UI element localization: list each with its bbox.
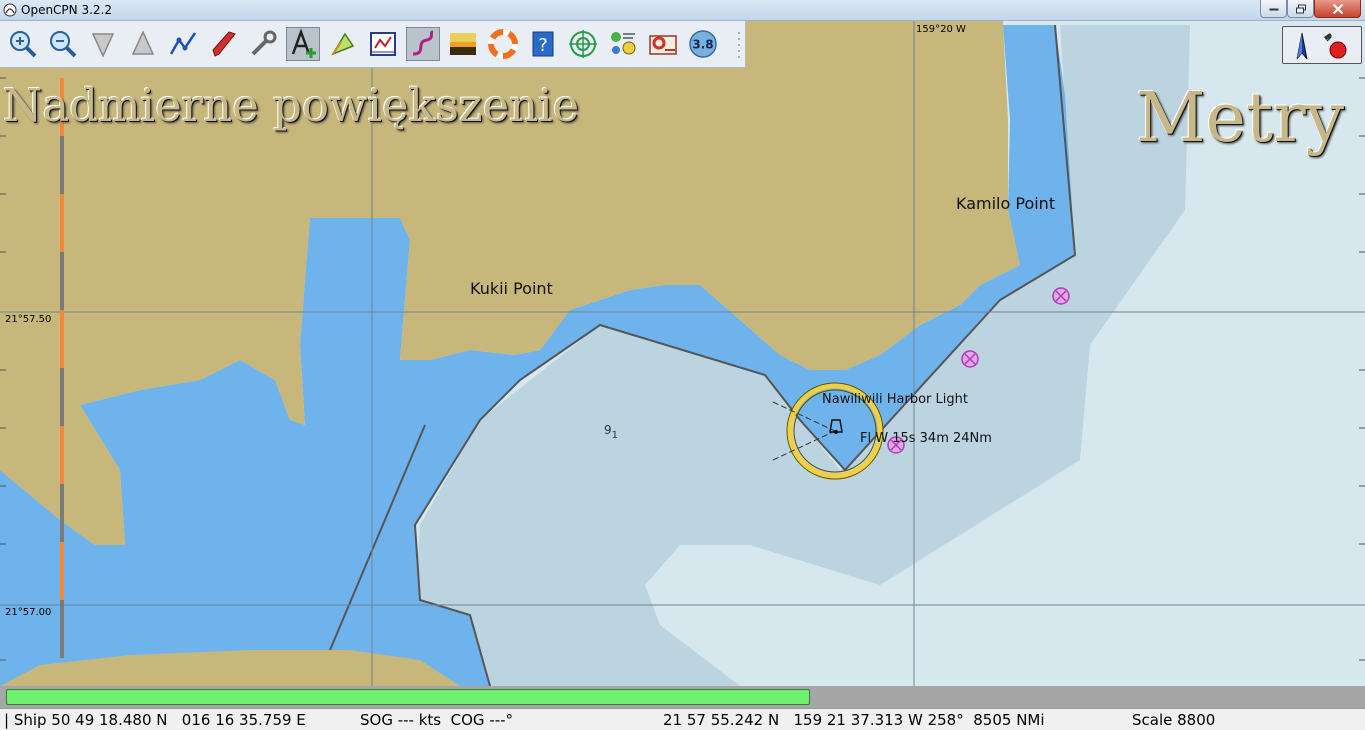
scale-out-icon (131, 30, 155, 55)
gps-status-icon (1324, 33, 1347, 59)
ais-button[interactable] (606, 27, 640, 61)
text-toggle-button[interactable] (286, 27, 320, 61)
minimize-button[interactable] (1260, 0, 1287, 18)
help-icon: ? (532, 31, 554, 57)
radar-icon (569, 30, 597, 58)
buoy-marker[interactable] (1052, 287, 1070, 305)
cursor-position: 21 57 55.242 N 159 21 37.313 W 258° 8505… (663, 711, 1045, 729)
settings-icon (251, 30, 277, 56)
zoom-out-icon (50, 31, 77, 58)
zoom-badge-icon: 3.8 (689, 30, 717, 58)
radar-button[interactable] (566, 27, 600, 61)
sounding-value: 91 (604, 423, 618, 441)
svg-text:3.8: 3.8 (692, 38, 713, 52)
place-name: Kamilo Point (956, 194, 1056, 213)
man-overboard-button[interactable] (486, 27, 520, 61)
buoy-marker[interactable] (961, 350, 979, 368)
auto-follow-icon (212, 31, 236, 57)
ship-position: | Ship 50 49 18.480 N 016 16 35.759 E (4, 711, 306, 729)
compass-widget[interactable] (1282, 26, 1362, 64)
mob-icon (488, 29, 518, 59)
help-button[interactable]: ? (526, 27, 560, 61)
track-icon (412, 30, 434, 56)
sounding-main: 9 (604, 423, 612, 437)
compass-icon (1296, 32, 1308, 60)
zoom-level-indicator[interactable]: 3.8 (686, 27, 720, 61)
color-scheme-button[interactable] (446, 27, 480, 61)
print-button[interactable] (646, 27, 680, 61)
color-scheme-icon (450, 33, 476, 55)
progress-bar-fill (6, 689, 810, 705)
chart-scale: Scale 8800 (1132, 711, 1216, 729)
track-button[interactable] (406, 27, 440, 61)
zoom-out-button[interactable] (46, 27, 80, 61)
toolbar-grip[interactable] (736, 29, 742, 59)
title-bar: OpenCPN 3.2.2 (0, 0, 1365, 21)
close-icon (1332, 3, 1343, 14)
restore-icon (1295, 4, 1306, 13)
settings-button[interactable] (246, 27, 280, 61)
maximize-button[interactable] (1287, 0, 1314, 18)
minimize-icon (1269, 8, 1278, 10)
current-tide-icon (331, 32, 355, 56)
create-route-button[interactable] (166, 27, 200, 61)
svg-text:?: ? (538, 35, 548, 56)
app-icon (3, 3, 17, 17)
latitude-label: 21°57.00 (5, 607, 52, 618)
print-icon (649, 35, 677, 55)
scale-in-icon (91, 33, 115, 58)
status-bar: | Ship 50 49 18.480 N 016 16 35.759 E SO… (0, 708, 1365, 730)
light-name-label: Nawiliwili Harbor Light (822, 392, 968, 407)
scale-out-button[interactable] (126, 27, 160, 61)
overzoom-warning: Nadmierne powiększenie (3, 79, 580, 132)
main-toolbar: ? 3.8 (0, 21, 746, 68)
depth-units-label: Metry (1136, 79, 1345, 158)
scale-bar (60, 78, 64, 658)
auto-follow-button[interactable] (206, 27, 240, 61)
sog-cog: SOG --- kts COG ---° (360, 711, 514, 729)
chart-canvas[interactable]: 159°20 W 21°57.50 21°57.00 Nadmierne pow… (0, 21, 1365, 686)
place-name: Kukii Point (470, 279, 553, 298)
text-icon (291, 28, 316, 58)
route-manager-icon (370, 32, 396, 56)
window-title: OpenCPN 3.2.2 (21, 3, 112, 17)
ais-icon (611, 32, 636, 55)
current-tide-button[interactable] (326, 27, 360, 61)
latitude-label: 21°57.50 (5, 314, 52, 325)
zoom-in-icon (10, 31, 37, 58)
zoom-in-button[interactable] (6, 27, 40, 61)
progress-track (0, 686, 1365, 708)
route-manager-button[interactable] (366, 27, 400, 61)
light-characteristic-label: Fl W 15s 34m 24Nm (860, 431, 992, 446)
scale-in-button[interactable] (86, 27, 120, 61)
sounding-sub: 1 (611, 430, 619, 441)
longitude-label: 159°20 W (916, 24, 966, 35)
create-route-icon (169, 32, 197, 55)
close-button[interactable] (1314, 0, 1361, 18)
